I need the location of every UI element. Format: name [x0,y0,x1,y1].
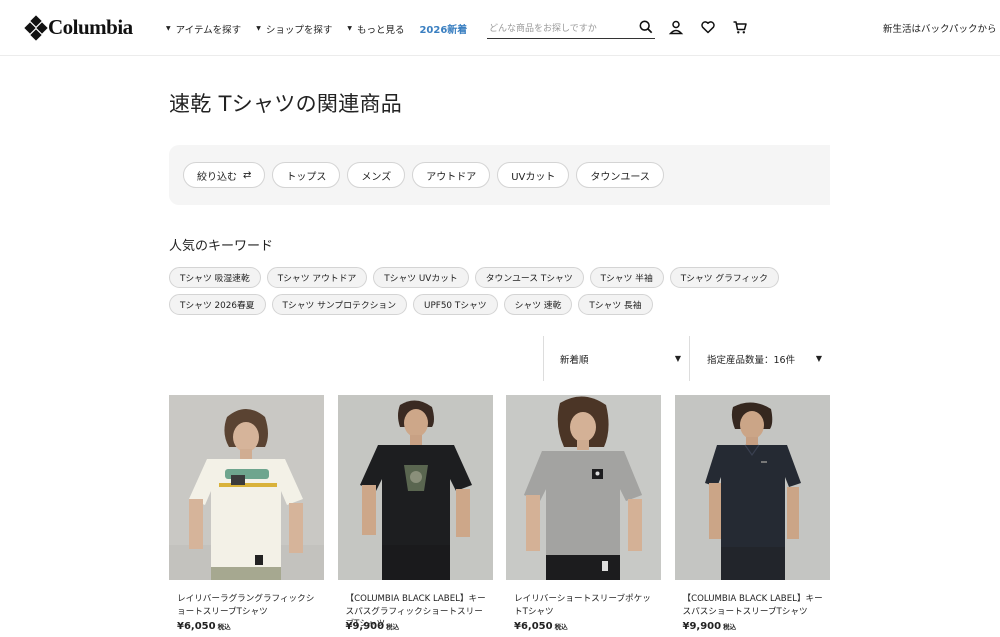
keyword-list: Tシャツ 吸湿速乾 Tシャツ アウトドア Tシャツ UVカット タウンユース T… [169,267,809,321]
heart-icon[interactable] [700,19,716,35]
keyword-chip[interactable]: シャツ 速乾 [503,294,573,315]
triangle-icon: ▼ [166,25,171,32]
chip-label: アウトドア [426,171,477,183]
chip-label: トップス [286,171,327,183]
keyword-chip[interactable]: Tシャツ サンプロテクション [271,294,408,315]
cart-icon[interactable] [732,19,748,35]
product-price: ¥9,900 税込 [675,621,830,632]
tax-label: 税込 [386,623,400,631]
filter-chip-town-use[interactable]: タウンユース [576,162,664,188]
triangle-icon: ▼ [256,25,261,32]
columbia-logo[interactable]: Columbia [24,14,133,41]
sort-order-select[interactable]: 新着順 ▼ [543,336,689,381]
product-name: 【COLUMBIA BLACK LABEL】キースパスショートスリーブTシャツ [682,594,823,617]
user-icon[interactable] [668,19,684,35]
nav-find-items[interactable]: ▼ アイテムを探す [166,21,241,36]
product-card[interactable]: レイリバーショートスリーブポケットTシャツ ¥6,050 税込 [506,395,661,632]
filter-chip-mens[interactable]: メンズ [347,162,406,188]
price-value: ¥9,900 [345,621,385,632]
columbia-diamond-icon [24,14,48,41]
product-grid: レイリバーラグラングラフィックショートスリーブTシャツ ¥6,050 税込 【CO… [169,395,830,632]
chip-label: メンズ [361,171,392,183]
filter-chip-tops[interactable]: トップス [272,162,341,188]
filter-chip-outdoor[interactable]: アウトドア [412,162,491,188]
nav-more[interactable]: ▼ もっと見る [347,21,404,36]
site-header: Columbia ▼ アイテムを探す ▼ ショップを探す ▼ もっと見る 202… [0,0,1000,56]
product-card[interactable]: レイリバーラグラングラフィックショートスリーブTシャツ ¥6,050 税込 [169,395,324,632]
keywords-heading: 人気のキーワード [169,239,274,254]
page-title: 速乾 Tシャツの関連商品 [169,92,403,116]
tax-label: 税込 [554,623,568,631]
promo-link[interactable]: 新生活はバックパックから › [883,21,1000,35]
keyword-chip[interactable]: UPF50 Tシャツ [413,294,498,315]
nav-new-arrivals[interactable]: 2026新着 [419,21,467,36]
product-price: ¥9,900 税込 [338,621,493,632]
price-value: ¥6,050 [177,621,216,632]
caret-down-icon: ▼ [815,354,822,363]
search-box [487,16,655,39]
price-value: ¥6,050 [514,621,553,632]
keyword-chip[interactable]: タウンユース Tシャツ [474,267,584,288]
chip-label: タウンユース [590,171,650,183]
keyword-chip[interactable]: Tシャツ 吸湿速乾 [169,267,261,288]
tax-label: 税込 [723,623,737,631]
caret-down-icon: ▼ [674,354,681,363]
product-name: レイリバーラグラングラフィックショートスリーブTシャツ [177,594,315,617]
chip-label: UVカット [511,171,556,183]
filter-bar: 絞り込む ⇄ トップス メンズ アウトドア UVカット タウンユース [169,145,830,205]
chip-label: 絞り込む [197,171,237,183]
keyword-chip[interactable]: Tシャツ 半袖 [589,267,664,288]
keyword-chip[interactable]: Tシャツ グラフィック [669,267,779,288]
price-value: ¥9,900 [682,621,722,632]
keyword-chip[interactable]: Tシャツ UVカット [373,267,469,288]
item-count-select[interactable]: 指定産品数量：16件 ▼ [689,336,830,381]
keyword-chip[interactable]: Tシャツ アウトドア [266,267,368,288]
search-icon[interactable] [639,20,653,34]
nav-find-shops[interactable]: ▼ ショップを探す [256,21,332,36]
logo-text: Columbia [48,15,133,39]
product-image[interactable] [337,395,493,580]
product-price: ¥6,050 税込 [506,621,661,632]
filter-sliders-icon: ⇄ [243,169,252,181]
product-price: ¥6,050 税込 [169,621,324,632]
item-count-label: 指定産品数量：16件 [707,354,796,366]
product-image[interactable] [506,395,661,580]
search-input[interactable] [487,19,627,39]
product-card[interactable]: 【COLUMBIA BLACK LABEL】キースパスショートスリーブTシャツ … [674,395,830,632]
keyword-chip[interactable]: Tシャツ 2026春夏 [169,294,266,315]
nav-label: もっと見る [356,24,405,36]
product-image[interactable] [169,395,324,580]
tax-label: 税込 [217,623,231,631]
product-name: 【COLUMBIA BLACK LABEL】キースパスグラフィックショートスリー… [345,594,486,629]
filter-chip-uv-cut[interactable]: UVカット [497,162,570,188]
keyword-chip[interactable]: Tシャツ 長袖 [578,294,653,315]
product-name: レイリバーショートスリーブポケットTシャツ [514,594,651,617]
sort-order-label: 新着順 [560,354,589,366]
product-card[interactable]: 【COLUMBIA BLACK LABEL】キースパスグラフィックショートスリー… [337,395,493,632]
nav-label: ショップを探す [265,24,333,36]
triangle-icon: ▼ [347,25,352,32]
main-nav: ▼ アイテムを探す ▼ ショップを探す ▼ もっと見る 2026新着 [166,21,467,37]
refine-button[interactable]: 絞り込む ⇄ [183,162,266,188]
nav-label: アイテムを探す [175,24,242,36]
product-image[interactable] [674,395,830,580]
